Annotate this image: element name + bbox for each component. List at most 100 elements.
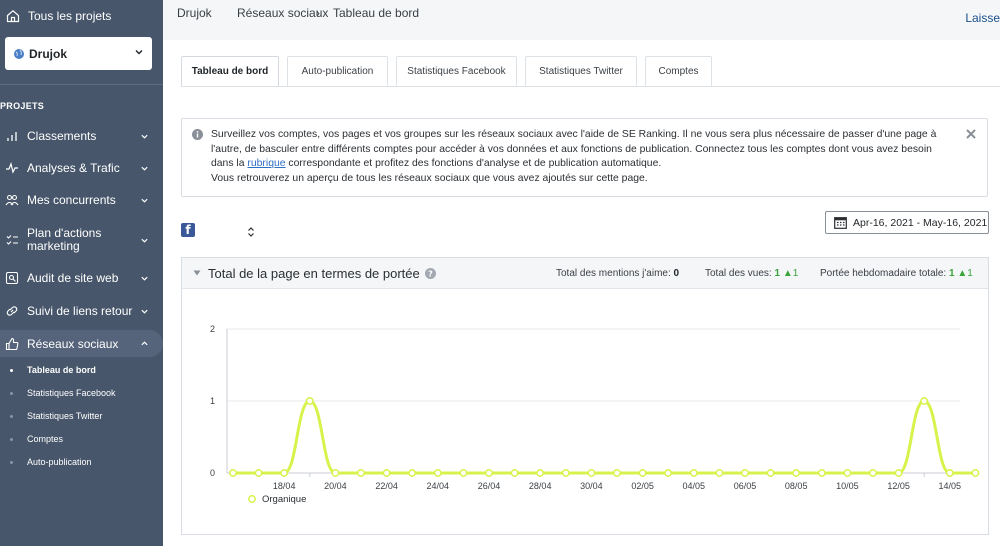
home-icon bbox=[6, 10, 20, 23]
data-point bbox=[971, 469, 980, 477]
legend-label: Organique bbox=[262, 494, 306, 505]
chevron-up-icon bbox=[141, 341, 148, 346]
sidebar-item-analyses[interactable]: Analyses & Trafic bbox=[0, 159, 163, 177]
sidebar-subitem-tableau-de-bord[interactable]: Tableau de bord bbox=[0, 365, 163, 375]
x-tick-label: 14/05 bbox=[939, 481, 962, 491]
pulse-icon bbox=[6, 162, 18, 174]
data-point bbox=[382, 469, 391, 477]
thumbs-up-icon bbox=[5, 337, 19, 350]
bar-chart-icon bbox=[7, 132, 17, 141]
sidebar: Tous les projets Drujok PROJETS Classeme… bbox=[0, 0, 163, 546]
data-point bbox=[920, 397, 929, 405]
stat-likes: Total des mentions j'aime: 0 bbox=[556, 268, 679, 279]
sidebar-subitem-statistiques-twitter[interactable]: Statistiques Twitter bbox=[0, 411, 163, 421]
tab-bar: Tableau de bord Auto-publication Statist… bbox=[181, 56, 720, 86]
close-icon[interactable] bbox=[965, 128, 977, 140]
tab-statistiques-twitter[interactable]: Statistiques Twitter bbox=[525, 56, 637, 86]
stat-weekly-reach: Portée hebdomadaire totale: 1 ▲1 bbox=[820, 268, 973, 279]
tab-auto-publication[interactable]: Auto-publication bbox=[287, 56, 388, 86]
tab-tableau-de-bord[interactable]: Tableau de bord bbox=[181, 56, 279, 86]
sidebar-item-label: Mes concurrents bbox=[27, 193, 116, 207]
data-point bbox=[485, 469, 493, 477]
stat-weekly-value: 1 bbox=[948, 268, 955, 279]
breadcrumb-project[interactable]: Drujok bbox=[177, 6, 212, 20]
x-tick-label: 02/05 bbox=[631, 481, 654, 491]
all-projects-link[interactable]: Tous les projets bbox=[0, 0, 163, 32]
project-name: Drujok bbox=[29, 46, 68, 61]
header-right-link[interactable]: Laisse bbox=[965, 11, 1000, 25]
data-point bbox=[741, 469, 749, 477]
chevron-down-icon bbox=[141, 134, 148, 139]
date-range-label: Apr-16, 2021 - May-16, 2021 bbox=[853, 216, 988, 229]
x-tick-label: 10/05 bbox=[836, 481, 859, 491]
reach-line-chart: 0 1 2 18/04 20/04 22/04 24/04 26/04 28/04 30/04 02… bbox=[210, 324, 980, 505]
chevron-down-icon bbox=[141, 166, 148, 171]
sidebar-subitem-label: Tableau de bord bbox=[27, 365, 96, 375]
chevron-down-icon bbox=[141, 198, 148, 203]
sidebar-item-reseaux-sociaux[interactable]: Réseaux sociaux bbox=[0, 330, 163, 357]
chevron-down-icon bbox=[141, 238, 148, 243]
breadcrumb-current: Tableau de bord bbox=[333, 6, 420, 20]
breadcrumb-section[interactable]: Réseaux sociaux bbox=[237, 6, 328, 20]
x-tick-label: 22/04 bbox=[375, 481, 398, 491]
data-point bbox=[331, 469, 340, 477]
help-icon[interactable]: ? bbox=[425, 268, 436, 279]
date-range-picker[interactable]: Apr-16, 2021 - May-16, 2021 bbox=[825, 211, 989, 234]
collapse-caret-icon[interactable] bbox=[193, 269, 201, 277]
info-text-end: correspondante et profitez des fonctions… bbox=[285, 158, 662, 169]
chevron-down-icon bbox=[135, 50, 143, 55]
data-point bbox=[229, 469, 237, 477]
sidebar-divider bbox=[0, 84, 163, 85]
sidebar-item-classements[interactable]: Classements bbox=[0, 127, 163, 145]
data-point bbox=[357, 469, 365, 477]
tab-statistiques-facebook[interactable]: Statistiques Facebook bbox=[396, 56, 517, 86]
stat-weekly-label: Portée hebdomadaire totale: bbox=[820, 268, 947, 279]
data-point bbox=[305, 397, 314, 405]
x-tick-label: 20/04 bbox=[324, 481, 347, 491]
reach-panel: Total de la page en termes de portée ? T… bbox=[181, 257, 989, 535]
sidebar-subitem-statistiques-facebook[interactable]: Statistiques Facebook bbox=[0, 388, 163, 398]
sidebar-item-plan-marketing[interactable]: Plan d'actions marketing bbox=[0, 225, 163, 255]
section-label: PROJETS bbox=[0, 101, 45, 111]
sidebar-item-label: Audit de site web bbox=[27, 271, 119, 285]
panel-header: Total de la page en termes de portée ? T… bbox=[182, 258, 988, 289]
x-tick-label: 24/04 bbox=[427, 481, 450, 491]
stat-views: Total des vues: 1 ▲1 bbox=[705, 268, 798, 279]
data-point bbox=[510, 469, 519, 477]
sidebar-subitem-comptes[interactable]: Comptes bbox=[0, 434, 163, 444]
data-point bbox=[817, 469, 826, 477]
top-bar: Drujok Réseaux sociaux › Tableau de bord… bbox=[163, 0, 1000, 40]
bullet-dot bbox=[10, 461, 13, 464]
sidebar-item-audit[interactable]: Audit de site web bbox=[0, 269, 163, 287]
sidebar-item-liens-retour[interactable]: Suivi de liens retour bbox=[0, 302, 163, 320]
data-point bbox=[843, 469, 852, 477]
sidebar-item-label: Suivi de liens retour bbox=[27, 304, 133, 318]
checklist-icon bbox=[6, 235, 18, 245]
rubrique-link[interactable]: rubrique bbox=[247, 158, 285, 169]
sort-arrows-icon[interactable] bbox=[247, 226, 255, 238]
y-tick-label: 1 bbox=[210, 396, 215, 406]
x-tick-label: 12/05 bbox=[887, 481, 910, 491]
all-projects-label: Tous les projets bbox=[28, 9, 112, 23]
stat-weekly-delta: ▲1 bbox=[957, 268, 973, 279]
tab-comptes[interactable]: Comptes bbox=[645, 56, 712, 86]
chevron-down-icon bbox=[141, 276, 148, 281]
data-point bbox=[894, 469, 903, 477]
sidebar-subitem-label: Comptes bbox=[27, 434, 64, 444]
info-icon bbox=[192, 129, 203, 140]
bullet-dot bbox=[10, 392, 13, 395]
tabs-underline bbox=[181, 86, 1000, 87]
panel-title: Total de la page en termes de portée bbox=[208, 266, 420, 281]
globe-icon bbox=[14, 48, 24, 59]
facebook-icon[interactable]: f bbox=[181, 223, 195, 237]
main-content: Tableau de bord Auto-publication Statist… bbox=[163, 40, 1000, 546]
info-text-line2: Vous retrouverez un aperçu de tous les r… bbox=[211, 172, 648, 184]
data-point bbox=[689, 469, 698, 477]
bullet-dot bbox=[10, 369, 13, 372]
data-point bbox=[766, 469, 775, 477]
project-selector[interactable]: Drujok bbox=[5, 37, 152, 70]
sidebar-subitem-auto-publication[interactable]: Auto-publication bbox=[0, 457, 163, 467]
data-point bbox=[433, 469, 442, 477]
sidebar-item-label: Plan d'actions marketing bbox=[27, 226, 102, 253]
sidebar-item-concurrents[interactable]: Mes concurrents bbox=[0, 191, 163, 209]
